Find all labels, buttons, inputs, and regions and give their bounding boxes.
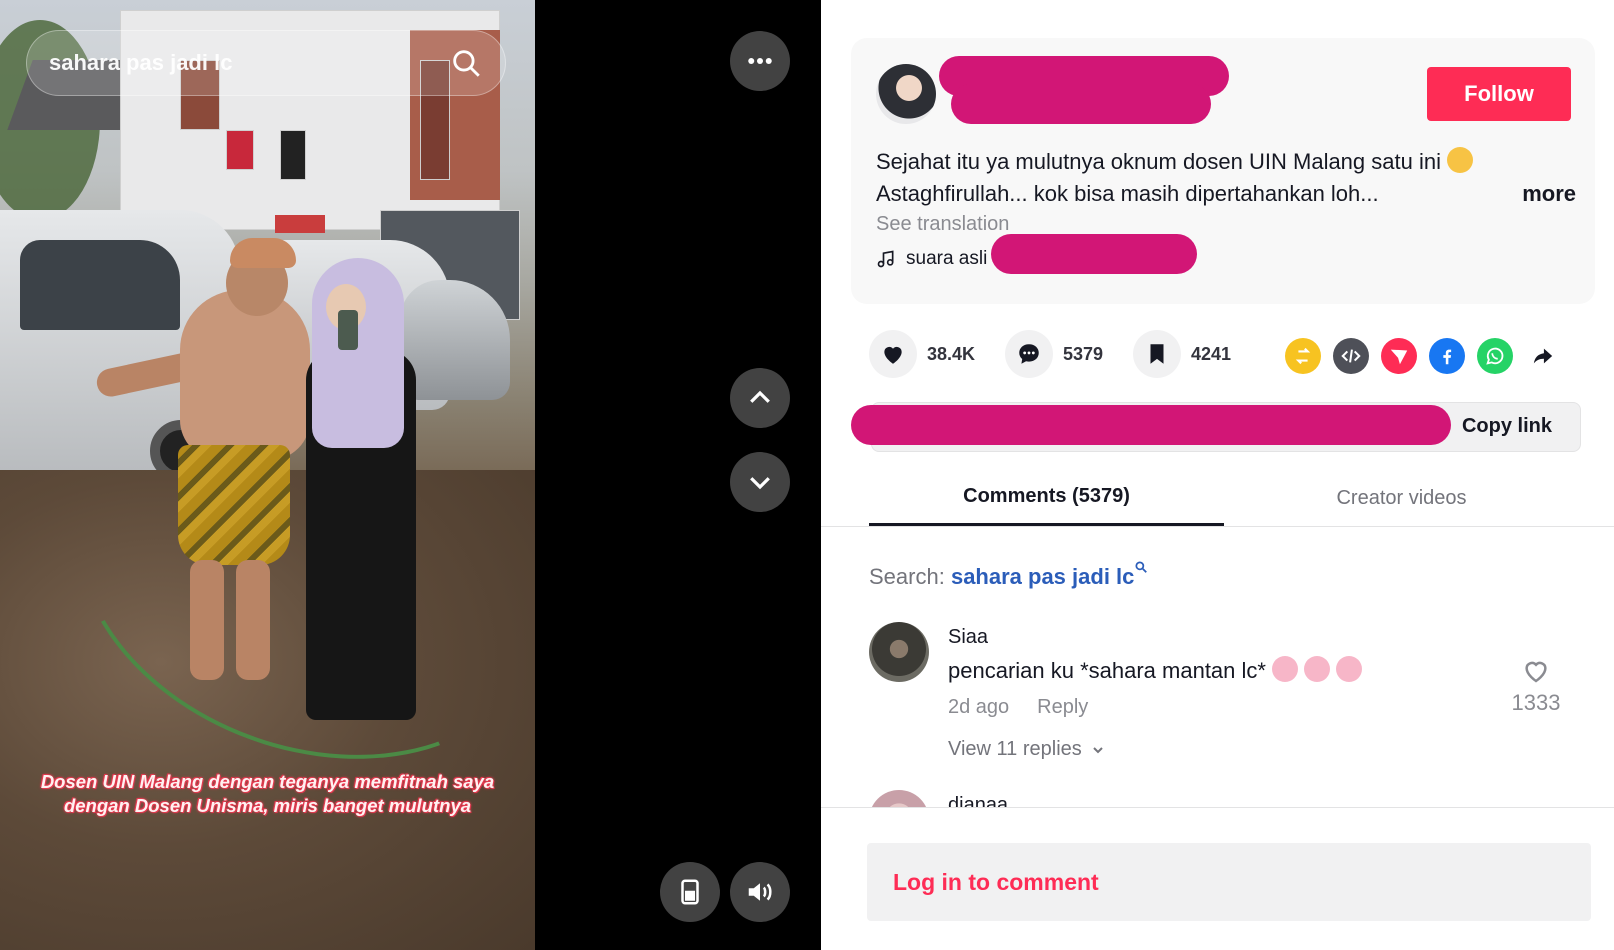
tab-creator-videos[interactable]: Creator videos — [1224, 470, 1579, 526]
chevron-down-icon — [1093, 746, 1103, 753]
tab-bar: Comments (5379) Creator videos — [869, 470, 1614, 526]
comment-text: pencarian ku *sahara mantan lc* — [948, 656, 1363, 684]
share-whatsapp-button[interactable] — [1477, 338, 1513, 374]
tabs-divider — [821, 526, 1614, 527]
repost-icon — [1295, 347, 1311, 365]
man-leg-left — [190, 560, 224, 680]
more-options-button[interactable] — [730, 31, 790, 91]
facebook-icon — [1443, 349, 1452, 365]
car-window — [20, 240, 180, 330]
search-icon — [1135, 561, 1148, 573]
search-icon[interactable] — [449, 46, 483, 80]
code-embed-icon — [1341, 349, 1361, 363]
like-count: 38.4K — [927, 343, 976, 364]
chevron-up-icon — [750, 390, 770, 403]
video-caption: Dosen UIN Malang dengan teganya memfitna… — [20, 770, 515, 818]
picture-in-picture-button[interactable] — [660, 862, 720, 922]
follow-button[interactable]: Follow — [1427, 67, 1571, 121]
man-torso — [180, 290, 310, 460]
tab-comments[interactable]: Comments (5379) — [869, 470, 1224, 526]
related-search-prefix: Search: — [869, 564, 945, 589]
next-video-button[interactable] — [730, 452, 790, 512]
related-search[interactable]: Search: sahara pas jadi lc — [869, 560, 1148, 590]
comment-count: 5379 — [1063, 343, 1104, 364]
embed-button[interactable] — [1333, 338, 1369, 374]
save-action[interactable]: 4241 — [1133, 330, 1231, 378]
redacted-video-link — [851, 405, 1451, 445]
comment-button[interactable] — [1005, 330, 1053, 378]
side-panel: Follow Sejahat itu ya mulutnya oknum dos… — [821, 0, 1614, 950]
see-translation-link[interactable]: See translation — [876, 213, 1009, 236]
video-caption-line-1: Dosen UIN Malang dengan teganya memfitna… — [40, 771, 495, 792]
mini-player-icon — [681, 879, 699, 905]
video-search-text: sahara pas jadi lc — [49, 50, 233, 75]
heart-icon — [884, 346, 902, 364]
crying-emoji-icon — [1336, 656, 1363, 682]
music-link[interactable]: suara asli — [876, 248, 987, 270]
post-description: Sejahat itu ya mulutnya oknum dosen UIN … — [876, 146, 1576, 210]
copy-link-button[interactable]: Copy link — [1462, 415, 1552, 438]
comment-reply-button[interactable]: Reply — [1037, 696, 1088, 719]
comment-meta: 2d ago Reply — [948, 696, 1088, 719]
save-button[interactable] — [1133, 330, 1181, 378]
comment-bubble-icon — [1019, 344, 1039, 364]
comment-like-count: 1333 — [1511, 690, 1561, 715]
woman-phone — [338, 310, 358, 350]
music-note-icon — [877, 250, 894, 268]
video-search-bar[interactable]: sahara pas jadi lc — [26, 30, 506, 96]
comment-footer: Log in to comment — [821, 807, 1614, 950]
chevron-down-icon — [750, 477, 770, 490]
more-link[interactable]: more — [1522, 178, 1576, 210]
man-sarong — [178, 445, 290, 565]
speaker-icon — [748, 883, 772, 901]
paper-plane-icon — [1390, 349, 1408, 365]
emoji-icon — [1447, 147, 1474, 173]
man-headband — [230, 238, 296, 268]
car-back — [400, 280, 510, 400]
send-to-friends-button[interactable] — [1381, 338, 1417, 374]
video-player[interactable]: sahara pas jadi lc Dosen UIN Malang deng… — [0, 0, 821, 950]
like-action[interactable]: 38.4K — [869, 330, 975, 378]
post-info-card: Follow Sejahat itu ya mulutnya oknum dos… — [851, 38, 1595, 304]
kost-sign — [275, 215, 325, 233]
action-bar: 38.4K 5379 4241 — [869, 330, 1589, 380]
comment-text-content: pencarian ku *sahara mantan lc* — [948, 658, 1266, 683]
view-replies-label: View 11 replies — [948, 738, 1082, 760]
post-description-line-1: Sejahat itu ya mulutnya oknum dosen UIN … — [876, 149, 1441, 174]
comment-action[interactable]: 5379 — [1005, 330, 1103, 378]
man-leg-right — [236, 560, 270, 680]
comment-like-button[interactable]: 1333 — [1501, 656, 1571, 716]
crying-emoji-icon — [1304, 656, 1331, 682]
comment-username[interactable]: Siaa — [948, 626, 988, 649]
whatsapp-icon — [1486, 347, 1504, 365]
comment-avatar[interactable] — [869, 622, 929, 682]
video-caption-line-2: dengan Dosen Unisma, miris banget mulutn… — [63, 795, 472, 816]
share-arrow-icon — [1533, 348, 1553, 364]
login-to-comment-button[interactable]: Log in to comment — [867, 843, 1591, 921]
redacted-music-title — [991, 234, 1197, 274]
hanging-cloth — [226, 130, 254, 170]
music-label: suara asli — [906, 248, 988, 269]
video-frame[interactable]: sahara pas jadi lc Dosen UIN Malang deng… — [0, 0, 535, 950]
comment-time: 2d ago — [948, 696, 1010, 718]
related-search-query[interactable]: sahara pas jadi lc — [951, 564, 1134, 589]
previous-video-button[interactable] — [730, 368, 790, 428]
author-avatar[interactable] — [876, 64, 936, 124]
repost-button[interactable] — [1285, 338, 1321, 374]
more-share-button[interactable] — [1525, 338, 1561, 374]
hanging-cloth-dark — [280, 130, 306, 180]
save-count: 4241 — [1191, 343, 1232, 364]
woman-hijab — [312, 258, 404, 448]
redacted-author-handle — [951, 84, 1211, 124]
bookmark-icon — [1150, 344, 1164, 364]
comment-username[interactable]: dianaa — [948, 794, 1008, 808]
heart-outline-icon — [1525, 661, 1547, 683]
crying-emoji-icon — [1272, 656, 1299, 682]
view-replies-button[interactable]: View 11 replies — [948, 738, 1106, 761]
like-button[interactable] — [869, 330, 917, 378]
share-facebook-button[interactable] — [1429, 338, 1465, 374]
volume-button[interactable] — [730, 862, 790, 922]
ellipsis-icon — [748, 58, 772, 64]
post-description-line-2: Astaghfirullah... kok bisa masih diperta… — [876, 181, 1379, 206]
